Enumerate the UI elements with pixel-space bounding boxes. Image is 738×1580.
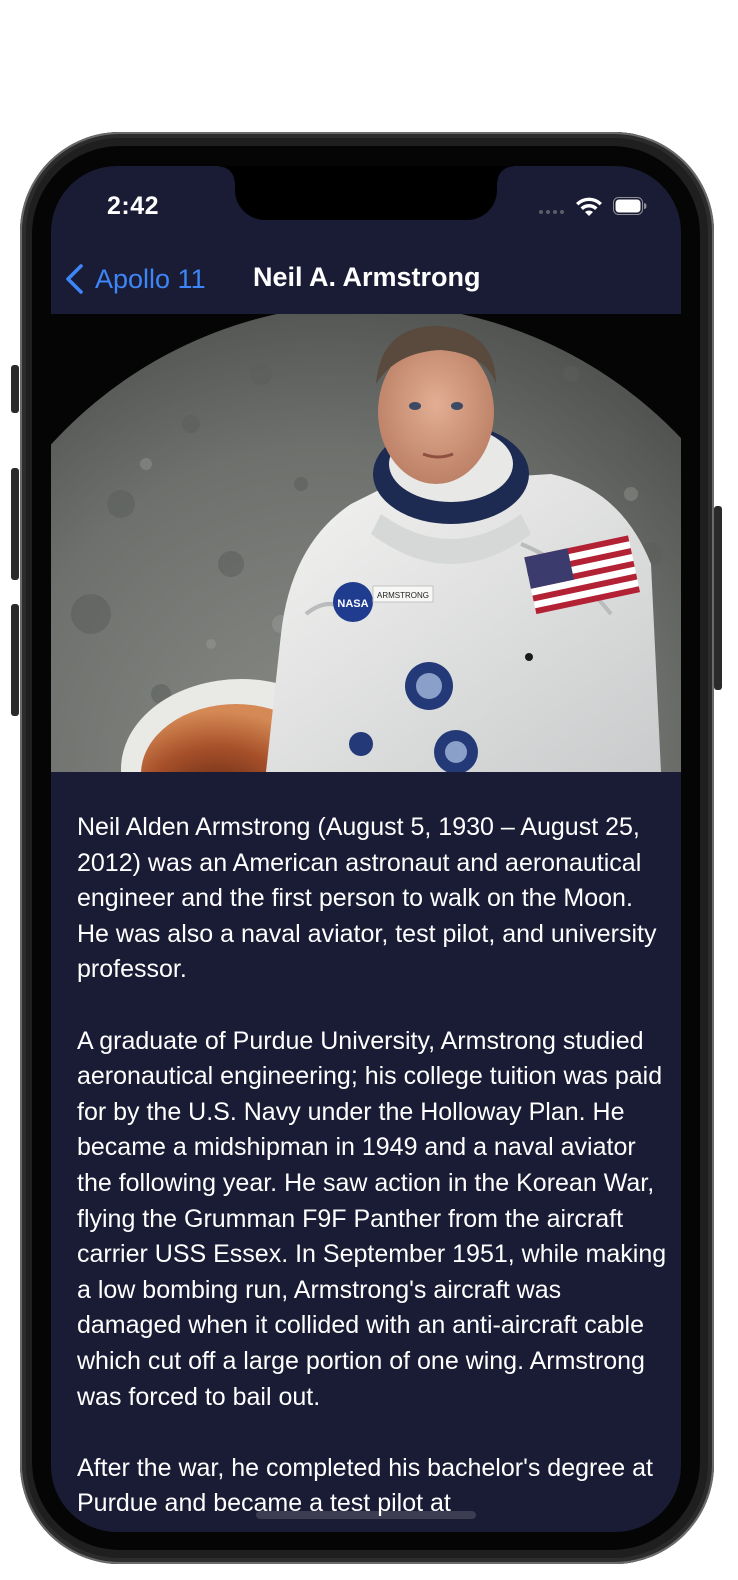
volume-up-button xyxy=(11,468,19,580)
article-paragraph: A graduate of Purdue University, Armstro… xyxy=(77,1026,667,1411)
app-screen: 2:42 Apollo 11 Neil A. Armstrong NASA AR… xyxy=(51,166,681,1532)
home-indicator[interactable] xyxy=(256,1511,476,1519)
astronaut-portrait-image: NASA ARMSTRONG xyxy=(51,314,681,772)
status-time: 2:42 xyxy=(107,192,160,220)
chevron-left-icon xyxy=(66,264,83,294)
back-button[interactable]: Apollo 11 xyxy=(63,260,206,298)
volume-down-button xyxy=(11,604,19,716)
page-title: Neil A. Armstrong xyxy=(253,262,481,292)
device-screenshot: 2:42 Apollo 11 Neil A. Armstrong NASA AR… xyxy=(0,0,738,1580)
article-paragraph: Neil Alden Armstrong (August 5, 1930 – A… xyxy=(77,813,657,984)
portrait-illustration: NASA ARMSTRONG xyxy=(51,314,681,772)
battery-icon xyxy=(613,197,647,215)
cellular-signal-icon xyxy=(539,210,564,214)
nasa-patch-text: NASA xyxy=(337,598,368,610)
navigation-bar: Apollo 11 Neil A. Armstrong xyxy=(51,246,681,314)
power-button xyxy=(714,506,722,690)
back-button-label: Apollo 11 xyxy=(95,263,206,294)
nameplate-text: ARMSTRONG xyxy=(377,591,429,600)
article-body: Neil Alden Armstrong (August 5, 1930 – A… xyxy=(77,810,667,1532)
wifi-icon xyxy=(576,197,602,216)
notch xyxy=(219,166,513,220)
silent-switch xyxy=(11,365,19,413)
